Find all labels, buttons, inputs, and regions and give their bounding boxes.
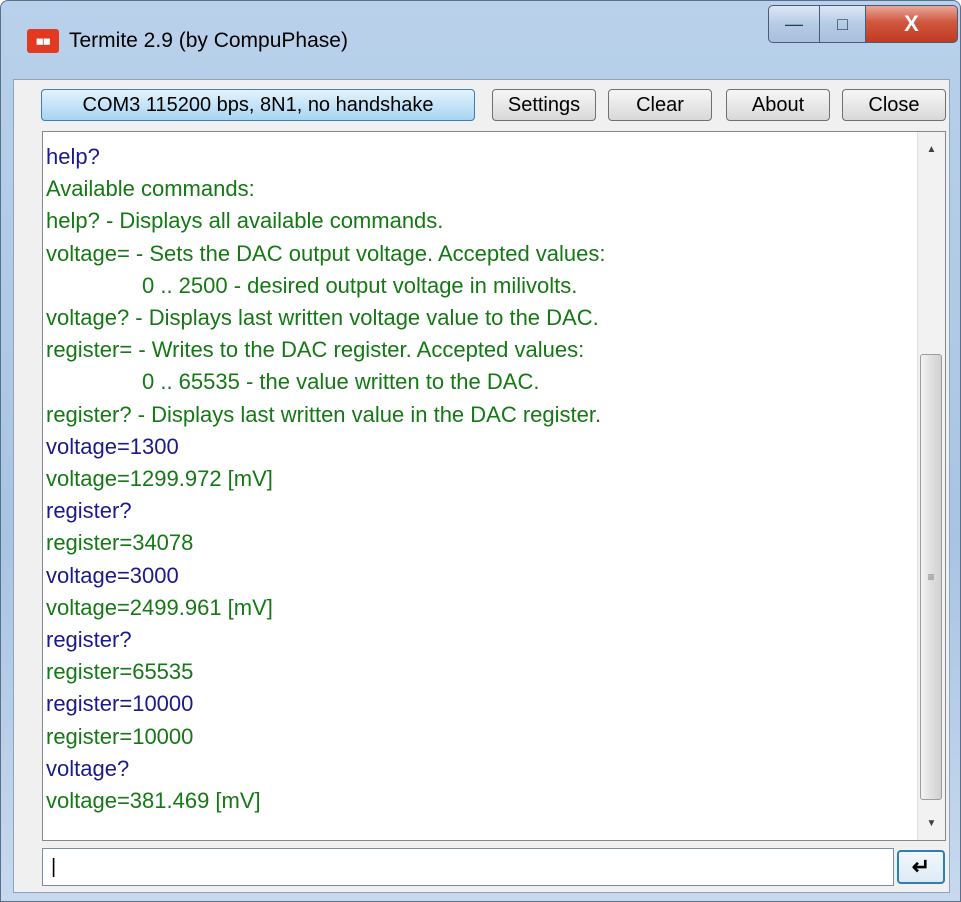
terminal-line-received: voltage=1299.972 [mV] bbox=[46, 466, 273, 492]
scroll-thumb[interactable]: ≡ bbox=[920, 354, 942, 800]
client-area: COM3 115200 bps, 8N1, no handshake Setti… bbox=[13, 79, 950, 893]
terminal-line-sent: voltage=1300 bbox=[46, 433, 179, 459]
terminal-line-sent: voltage=3000 bbox=[46, 562, 179, 588]
port-settings-button[interactable]: COM3 115200 bps, 8N1, no handshake bbox=[41, 89, 475, 121]
terminal-line-received: Available commands: bbox=[46, 176, 255, 202]
terminal-line-sent: register? bbox=[46, 498, 132, 524]
maximize-button[interactable]: □ bbox=[820, 5, 866, 43]
title-bar[interactable]: ◼◼ Termite 2.9 (by CompuPhase) — □ X bbox=[1, 1, 960, 79]
minimize-button[interactable]: — bbox=[768, 5, 820, 43]
scroll-up-icon[interactable]: ▲ bbox=[918, 136, 945, 162]
window-controls: — □ X bbox=[768, 5, 958, 43]
terminal-line-received: voltage=381.469 [mV] bbox=[46, 788, 261, 814]
terminal-line-received: voltage=2499.961 [mV] bbox=[46, 594, 273, 620]
toolbar: COM3 115200 bps, 8N1, no handshake Setti… bbox=[14, 80, 949, 130]
terminal-line-received: voltage= - Sets the DAC output voltage. … bbox=[46, 240, 606, 266]
termite-icon[interactable]: ◼◼ bbox=[27, 29, 59, 53]
send-button[interactable]: ↵ bbox=[897, 850, 945, 884]
grip-icon: ≡ bbox=[927, 570, 935, 584]
about-button[interactable]: About bbox=[726, 89, 830, 121]
terminal-line-received: register? - Displays last written value … bbox=[46, 401, 602, 427]
terminal-line-received: voltage? - Displays last written voltage… bbox=[46, 305, 599, 331]
clear-button[interactable]: Clear bbox=[608, 89, 712, 121]
enter-icon: ↵ bbox=[911, 854, 931, 879]
close-button[interactable]: Close bbox=[842, 89, 946, 121]
settings-button[interactable]: Settings bbox=[492, 89, 596, 121]
terminal-line-sent: voltage? bbox=[46, 755, 130, 781]
terminal-line-received: 0 .. 65535 - the value written to the DA… bbox=[142, 369, 540, 395]
window-title: Termite 2.9 (by CompuPhase) bbox=[69, 29, 348, 52]
terminal-line-received: register=10000 bbox=[46, 723, 194, 749]
terminal-line-received: register=34078 bbox=[46, 530, 194, 556]
terminal-line-sent: register=10000 bbox=[46, 691, 194, 717]
vertical-scrollbar[interactable]: ▲ ≡ ▼ bbox=[917, 132, 945, 840]
terminal-line-received: 0 .. 2500 - desired output voltage in mi… bbox=[142, 272, 578, 298]
scroll-down-icon[interactable]: ▼ bbox=[918, 810, 945, 836]
app-window: ◼◼ Termite 2.9 (by CompuPhase) — □ X COM… bbox=[0, 0, 961, 902]
terminal-line-received: help? - Displays all available commands. bbox=[46, 208, 444, 234]
command-input[interactable]: | bbox=[42, 848, 894, 886]
terminal-output[interactable]: help? Available commands: help? - Displays… bbox=[42, 131, 946, 841]
close-window-button[interactable]: X bbox=[866, 5, 958, 43]
terminal-line-sent: register? bbox=[46, 627, 132, 653]
terminal-line-received: register= - Writes to the DAC register. … bbox=[46, 337, 585, 363]
terminal-lines: help? Available commands: help? - Displays… bbox=[46, 141, 915, 817]
terminal-line-sent: help? bbox=[46, 144, 100, 169]
terminal-line-received: register=65535 bbox=[46, 659, 194, 685]
